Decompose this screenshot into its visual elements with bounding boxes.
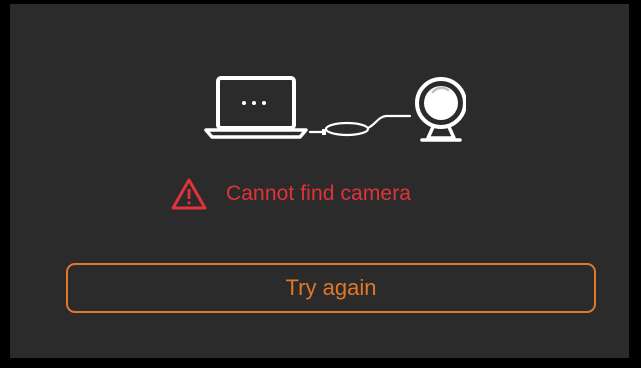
error-message-row: Cannot find camera bbox=[170, 174, 411, 214]
webcam-icon bbox=[415, 77, 466, 142]
cable-icon bbox=[308, 114, 412, 137]
laptop-icon bbox=[204, 76, 308, 139]
try-again-button[interactable]: Try again bbox=[66, 263, 596, 313]
error-message: Cannot find camera bbox=[226, 182, 412, 205]
camera-disconnected-illustration bbox=[204, 76, 466, 142]
warning-triangle-icon bbox=[171, 178, 207, 210]
camera-error-panel: Cannot find camera Try again bbox=[0, 0, 641, 368]
